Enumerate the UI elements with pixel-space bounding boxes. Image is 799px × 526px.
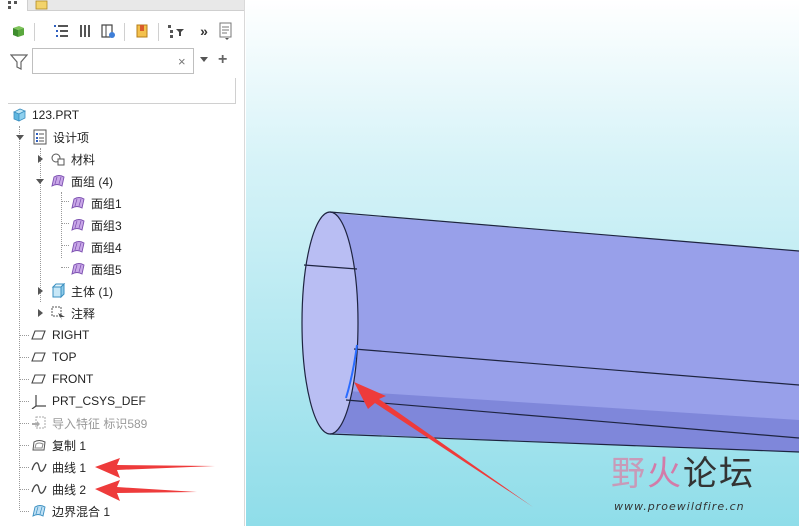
watermark-char-3: 论坛 bbox=[683, 454, 755, 494]
model-tree-panel: » × + 123.PRT 设计项 材料 面组 (4) 面组1 面组3 面组4 … bbox=[0, 0, 245, 526]
graphics-viewport[interactable]: 野火论坛 www.proewildfire.cn bbox=[246, 0, 799, 526]
watermark-title: 野火论坛 bbox=[611, 446, 755, 495]
tree-annotation-arrows bbox=[95, 458, 215, 501]
annotation-arrow-curve-2 bbox=[95, 480, 197, 501]
watermark-char-1: 野 bbox=[611, 454, 647, 494]
watermark-url: www.proewildfire.cn bbox=[614, 500, 745, 513]
forum-watermark: 野火论坛 www.proewildfire.cn bbox=[611, 440, 791, 520]
watermark-char-2: 火 bbox=[647, 454, 683, 494]
annotation-arrow-curve-1 bbox=[95, 458, 215, 478]
